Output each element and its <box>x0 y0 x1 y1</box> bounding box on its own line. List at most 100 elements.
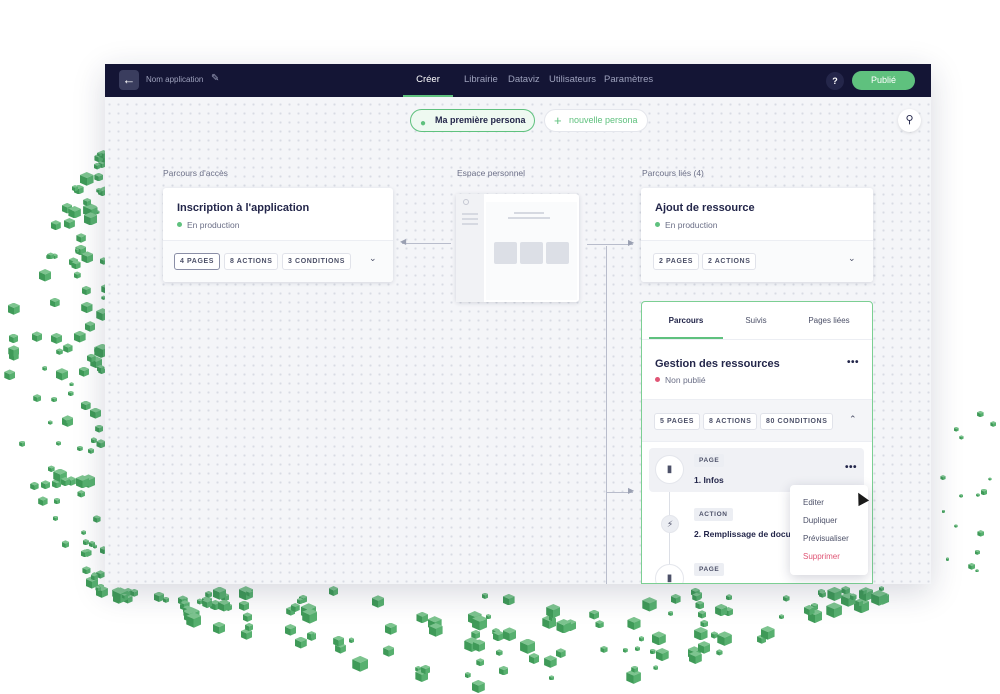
decorative-cube <box>64 218 75 229</box>
decorative-cube <box>977 530 984 537</box>
decorative-cube <box>8 303 20 315</box>
decorative-cube <box>499 666 509 676</box>
menu-item-editer[interactable]: Editer <box>803 498 824 507</box>
linked-journey-card[interactable]: Ajout de ressource En production 2 PAGES… <box>641 188 873 282</box>
decorative-cube <box>472 680 485 693</box>
nav-tab-librairie[interactable]: Librairie <box>464 64 498 97</box>
nav-tab-utilisateurs[interactable]: Utilisateurs <box>549 64 596 97</box>
nav-tab-dataviz[interactable]: Dataviz <box>508 64 540 97</box>
decorative-cube <box>827 587 841 601</box>
decorative-cube <box>623 648 628 653</box>
decorative-cube <box>860 588 866 594</box>
decorative-cube <box>940 475 945 480</box>
decorative-cube <box>64 418 69 423</box>
step-type-tag: ACTION <box>694 508 733 521</box>
nav-tab-creer[interactable]: Créer <box>403 64 453 97</box>
preview-title-line <box>514 212 544 214</box>
decorative-cube <box>959 435 963 439</box>
chevron-up-icon[interactable]: ⌃ <box>849 414 857 425</box>
step-name: 1. Infos <box>694 475 724 485</box>
publish-button[interactable]: Publié <box>852 71 915 90</box>
decorative-cube <box>79 367 89 377</box>
lightning-icon: ⚡ <box>661 515 679 533</box>
pencil-icon[interactable]: ✎ <box>211 73 219 84</box>
decorative-cube <box>988 477 991 480</box>
decorative-cube <box>694 627 707 640</box>
decorative-cube <box>95 586 101 592</box>
conditions-chip[interactable]: 3 CONDITIONS <box>282 253 351 270</box>
persona-tab-active[interactable]: ● Ma première persona <box>410 109 535 132</box>
decorative-cube <box>589 610 599 620</box>
connector-line <box>587 244 633 245</box>
preview-line <box>462 223 478 225</box>
decorative-cube <box>544 655 557 668</box>
decorative-cube <box>90 408 101 419</box>
search-icon[interactable]: ⚲ <box>898 109 921 132</box>
card-footer: 4 PAGES 8 ACTIONS 3 CONDITIONS ⌄ <box>163 240 393 282</box>
arrow-right-head-icon: ▶ <box>628 486 635 495</box>
decorative-cube <box>68 391 74 397</box>
conditions-chip[interactable]: 80 CONDITIONS <box>760 413 834 430</box>
document-icon: ▮ <box>655 455 684 484</box>
decorative-cube <box>205 591 212 598</box>
pages-chip[interactable]: 5 PAGES <box>654 413 701 430</box>
access-journey-card[interactable]: Inscription à l'application En productio… <box>163 188 393 282</box>
decorative-cube <box>243 612 253 622</box>
section-personal-label: Espace personnel <box>457 168 526 178</box>
decorative-cube <box>32 331 42 341</box>
arrow-left-icon[interactable]: ← <box>119 70 139 90</box>
tab-parcours[interactable]: Parcours <box>649 302 723 339</box>
decorative-cube <box>76 475 89 488</box>
decorative-cube <box>295 637 307 649</box>
add-persona-button[interactable]: + nouvelle persona <box>544 109 648 132</box>
decorative-cube <box>779 614 784 619</box>
chevron-down-icon[interactable]: ⌄ <box>369 253 377 264</box>
decorative-cube <box>68 206 81 219</box>
pages-chip[interactable]: 2 PAGES <box>653 253 700 270</box>
add-persona-label: nouvelle persona <box>569 115 638 125</box>
chevron-down-icon[interactable]: ⌄ <box>848 253 856 264</box>
decorative-cube <box>239 601 249 611</box>
decorative-cube <box>84 212 97 225</box>
menu-item-previsualiser[interactable]: Prévisualiser <box>803 534 849 543</box>
decorative-cube <box>595 620 603 628</box>
decorative-cube <box>717 631 732 646</box>
decorative-cube <box>94 163 101 170</box>
decorative-cube <box>981 489 988 496</box>
decorative-cube <box>695 601 704 610</box>
decorative-cube <box>8 345 19 356</box>
actions-chip[interactable]: 2 ACTIONS <box>702 253 757 270</box>
menu-item-supprimer[interactable]: Supprimer <box>803 552 840 561</box>
preview-block <box>520 242 543 264</box>
decorative-cube <box>716 649 722 655</box>
persona-active-label: Ma première persona <box>435 115 526 125</box>
decorative-cube <box>503 594 515 606</box>
app-name[interactable]: Nom application <box>146 75 203 84</box>
decorative-cube <box>976 493 980 497</box>
decorative-cube <box>871 590 887 606</box>
actions-chip[interactable]: 8 ACTIONS <box>224 253 279 270</box>
actions-chip[interactable]: 8 ACTIONS <box>703 413 758 430</box>
decorative-cube <box>850 593 857 600</box>
decorative-cube <box>959 494 963 498</box>
pages-chip[interactable]: 4 PAGES <box>174 253 221 270</box>
menu-item-dupliquer[interactable]: Dupliquer <box>803 516 837 525</box>
personal-space-preview[interactable] <box>456 194 579 302</box>
decorative-cube <box>416 612 428 624</box>
status-dot <box>655 377 660 382</box>
tab-suivis[interactable]: Suivis <box>723 302 789 339</box>
decorative-cube <box>75 248 79 252</box>
tab-pages-liees[interactable]: Pages liées <box>789 302 869 339</box>
more-options-icon[interactable]: ••• <box>845 462 857 473</box>
help-button[interactable]: ? <box>826 72 844 90</box>
decorative-cube <box>968 563 975 570</box>
more-options-icon[interactable]: ••• <box>847 357 859 368</box>
decorative-cube <box>473 639 485 651</box>
nav-tab-parametres[interactable]: Paramètres <box>604 64 653 97</box>
decorative-cube <box>642 597 656 611</box>
decorative-cube <box>942 510 946 514</box>
decorative-cube <box>804 605 815 616</box>
decorative-cube <box>82 286 91 295</box>
card-title: Inscription à l'application <box>177 202 310 214</box>
decorative-cube <box>246 590 253 597</box>
